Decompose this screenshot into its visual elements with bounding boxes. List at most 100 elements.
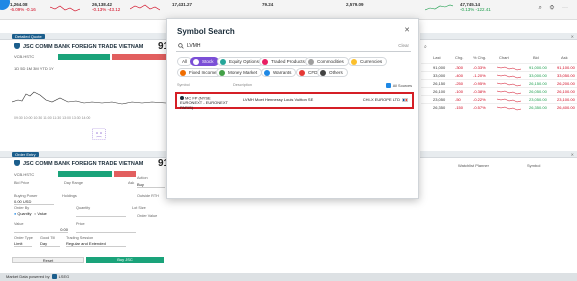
table-row[interactable]: 91,000 -300 -0.33% 91,000.00 91,100.00	[421, 63, 577, 71]
ticker-item[interactable]: 47,745.14 -0.13% -122.41	[460, 2, 491, 12]
table-row[interactable]: 26,100 -100 -0.38% 26,050.00 26,100.00	[421, 87, 577, 95]
cell-last: 91,000	[433, 65, 446, 70]
value-input[interactable]: 0.00	[14, 227, 68, 233]
filter-chip-traded-products[interactable]: Traded Products	[259, 57, 310, 66]
filter-chip-equity-options[interactable]: Equity Options	[217, 57, 264, 66]
outside-rth-checkbox[interactable]: Outside RTH	[137, 194, 159, 198]
watchlist-planner-select[interactable]: Watchlist Planner	[458, 163, 489, 168]
ticker-item[interactable]: 17,431.27	[172, 2, 192, 7]
table-row[interactable]: 26,150 -250 -0.95% 26,150.00 26,200.00	[421, 79, 577, 87]
filter-chip-fixed-income[interactable]: Fixed Income	[177, 68, 222, 77]
cfd-icon	[299, 70, 305, 76]
bid-strip[interactable]	[58, 54, 110, 60]
lot-size-label: Lot Size	[132, 206, 146, 210]
ask-strip[interactable]	[112, 54, 166, 60]
filter-chip-others[interactable]: Others	[317, 68, 348, 77]
close-icon[interactable]: ✕	[571, 151, 574, 158]
quote-code: VCB.HSTC	[14, 54, 35, 59]
chip-label: Commodities	[317, 59, 344, 64]
col-ask[interactable]: Ask	[561, 55, 568, 60]
chart-time-axis: 09:30 10:00 10:30 11:00 11:30 13:00 13:3…	[14, 116, 91, 120]
ticker-item[interactable]: 1,264.08 -6.09% -0.16	[10, 2, 36, 12]
ticker-change: -0.13% -43.12	[92, 7, 121, 12]
col-chart: Chart	[499, 55, 509, 60]
order-by-quantity-radio[interactable]: ● Quantity	[14, 212, 32, 216]
ticker-item[interactable]: 79.24	[262, 2, 273, 7]
order-by-value-radio[interactable]: ○ Value	[34, 212, 47, 216]
fixed-income-icon	[180, 70, 186, 76]
bid-strip[interactable]	[58, 171, 112, 177]
ask-strip[interactable]	[114, 171, 136, 177]
ask-label: Ask	[128, 181, 135, 185]
order-code: VCB.HSTC	[14, 172, 35, 177]
order-type-select[interactable]: Limit	[14, 241, 32, 247]
col-last[interactable]: Last	[433, 55, 441, 60]
chart-range-toolbar[interactable]: 1D 5D 1M 3M YTD 1Y	[14, 66, 54, 71]
table-row[interactable]: 33,000 -400 -1.20% 33,000.00 33,050.00	[421, 71, 577, 79]
filter-chip-stock[interactable]: Stock	[190, 57, 219, 66]
col-bid[interactable]: Bid	[533, 55, 539, 60]
good-till-select[interactable]: Day	[40, 241, 60, 247]
reset-button[interactable]: Reset	[12, 257, 84, 263]
market-ticker-strip: 1,264.08 -6.09% -0.16 26,138.42 -0.13% -…	[0, 0, 577, 20]
col-symbol: Symbol	[177, 83, 190, 87]
ticker-sparkline	[130, 4, 160, 11]
tab-order-entry[interactable]: Order Entry	[12, 152, 39, 157]
table-row[interactable]: 23,050 -50 -0.22% 23,050.00 23,100.00	[421, 95, 577, 103]
cell-pct: -0.33%	[473, 65, 486, 70]
buying-power-label: Buying Power	[14, 194, 38, 198]
money-market-icon	[219, 70, 225, 76]
toolbar-icons[interactable]: ⌕ ⚙ ⋯	[538, 5, 571, 12]
trading-session-select[interactable]: Regular and Extended	[66, 241, 126, 247]
currencies-icon	[351, 59, 357, 65]
clear-button[interactable]: Clear	[398, 43, 409, 48]
cell-last: 26,100	[433, 89, 446, 94]
close-icon[interactable]: ✕	[571, 33, 574, 40]
ticker-sparkline	[50, 5, 80, 12]
ticker-value: 79.24	[262, 2, 274, 7]
search-result-row[interactable]: MC FP (NYSE EURONEXT - EURONEXT PARIS) L…	[175, 92, 414, 110]
action-label: Action	[137, 176, 148, 180]
cell-chg: -400	[455, 73, 464, 78]
col-pct-chg[interactable]: % Chg.	[473, 55, 486, 60]
tab-detailed-quote[interactable]: Detailed Quote	[12, 34, 45, 39]
good-till-label: Good Till	[40, 236, 55, 240]
ticker-item[interactable]: 2,579.09	[346, 2, 364, 7]
cell-bid: 26,050.00	[529, 89, 547, 94]
panel-header-watchlist: ✕	[420, 33, 577, 40]
empty-state-icon	[92, 128, 106, 140]
panel-header-order: Order Entry	[0, 151, 166, 158]
filter-chip-commodities[interactable]: Commodities	[305, 57, 349, 66]
quantity-input[interactable]	[76, 211, 126, 217]
table-row[interactable]: 26,350 -150 -0.57% 26,350.00 26,400.00	[421, 103, 577, 111]
search-input[interactable]	[187, 42, 377, 50]
filter-chip-warrants[interactable]: Warrants	[261, 68, 297, 77]
watchlist-search-icon[interactable]: ⌕	[424, 44, 427, 50]
traded-products-icon	[262, 59, 268, 65]
cell-ask: 23,100.00	[557, 97, 575, 102]
action-select[interactable]: Buy	[137, 182, 165, 188]
cell-bid: 23,050.00	[529, 97, 547, 102]
symbol-select[interactable]: Symbol	[527, 163, 540, 168]
all-sources-checkbox[interactable]: All Sources	[385, 83, 412, 88]
result-symbol: MC FP (NYSE EURONEXT - EURONEXT PARIS)	[180, 96, 232, 110]
intraday-chart	[12, 91, 166, 105]
order-by-label: Order By	[14, 206, 30, 210]
price-input[interactable]	[76, 227, 136, 233]
filter-chip-money-market[interactable]: Money Market	[216, 68, 263, 77]
ticker-item[interactable]: 26,138.42 -0.13% -43.12	[92, 2, 120, 12]
cell-pct: -0.38%	[473, 89, 486, 94]
app-logo[interactable]	[0, 0, 10, 10]
dialog-title: Symbol Search	[177, 27, 235, 36]
quote-price: 91,2	[158, 41, 166, 52]
stock-icon	[193, 59, 199, 65]
others-icon	[320, 70, 326, 76]
cell-pct: -0.57%	[473, 105, 486, 110]
buy-button[interactable]: Buy JSC	[86, 257, 164, 263]
chip-label: Stock	[202, 59, 214, 64]
filter-chip-currencies[interactable]: Currencies	[348, 57, 388, 66]
col-chg[interactable]: Chg.	[455, 55, 463, 60]
close-icon[interactable]: ✕	[404, 26, 410, 34]
chip-label: Money Market	[228, 70, 258, 75]
ticker-change: -0.13% -122.41	[460, 7, 491, 12]
